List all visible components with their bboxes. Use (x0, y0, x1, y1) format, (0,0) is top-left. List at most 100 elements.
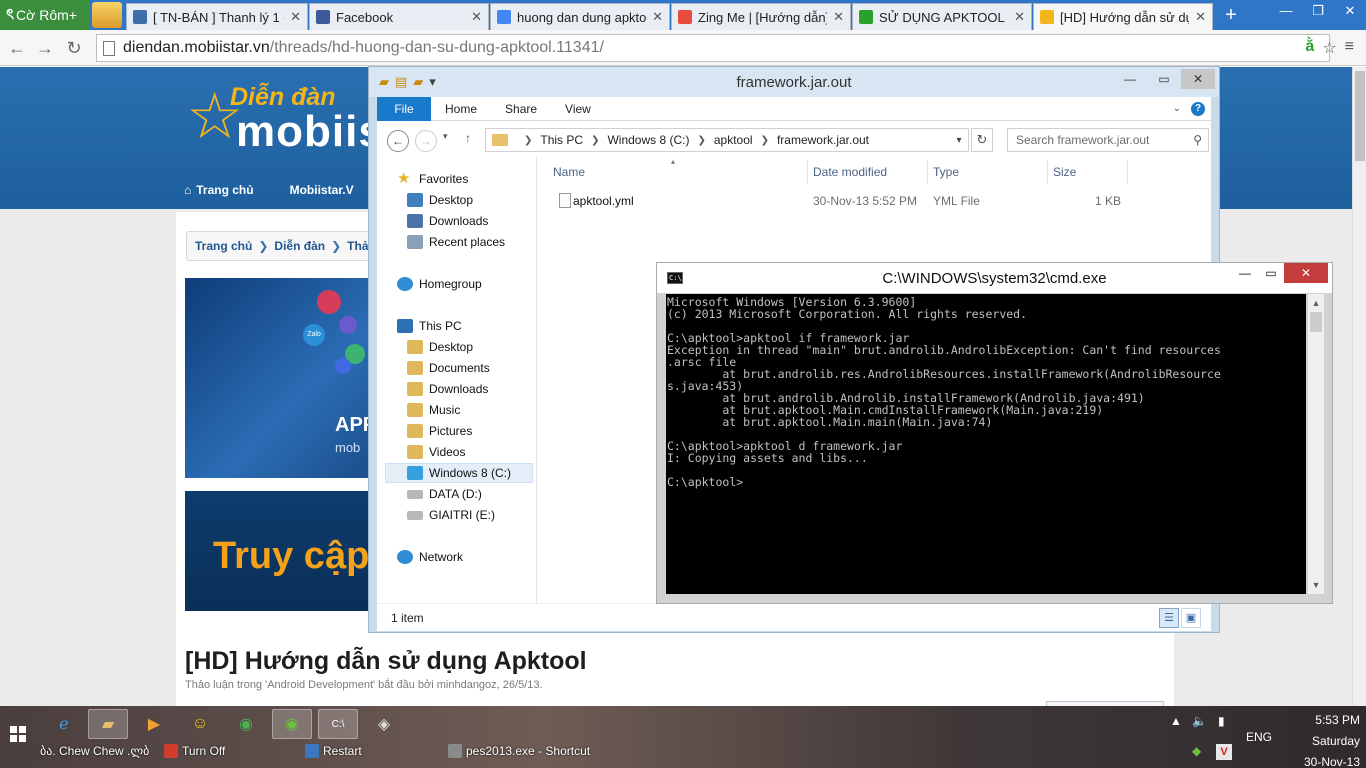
start-windows-icon[interactable] (10, 726, 26, 742)
recent-dropdown-icon[interactable]: ▾ (443, 131, 448, 142)
tab-close-icon[interactable]: ✕ (1014, 9, 1025, 25)
browser-tab-active[interactable]: [HD] Hướng dẫn sử dụn ✕ (1033, 3, 1213, 30)
maximize-button[interactable]: ▭ (1258, 263, 1284, 283)
forward-arrow-icon[interactable]: → (415, 130, 437, 152)
ribbon-tab-view[interactable]: View (551, 102, 605, 116)
show-hidden-icons[interactable]: ▲ (1170, 714, 1182, 728)
expand-ribbon-icon[interactable]: ⌄ (1173, 103, 1181, 114)
messenger-icon[interactable]: ☺ (180, 709, 220, 739)
desktop-shortcut-turn-off[interactable]: Turn Off (164, 744, 225, 758)
minimize-button[interactable]: — (1270, 0, 1302, 22)
nav-pc-documents[interactable]: Documents (407, 358, 490, 378)
nav-pc-videos[interactable]: Videos (407, 442, 465, 462)
forward-arrow-icon[interactable]: → (34, 37, 56, 59)
installer-icon[interactable]: ◈ (364, 709, 404, 739)
large-icons-view-icon[interactable]: ▣ (1181, 608, 1201, 628)
browser-tab-4[interactable]: Zing Me | [Hướng dẫn] N ✕ (671, 3, 851, 30)
explorer-search-input[interactable]: Search framework.jar.out ⚲ (1007, 128, 1209, 152)
ribbon-file-tab[interactable]: File (377, 96, 431, 121)
coc-coc-browser-icon[interactable]: ◉ (272, 709, 312, 739)
app-store-banner[interactable]: Zalo APP mob (185, 278, 375, 478)
column-header-name[interactable]: Name (553, 165, 585, 179)
access-banner[interactable]: Truy cập (185, 491, 375, 611)
nav-pc-drive-e[interactable]: GIAITRI (E:) (407, 505, 495, 525)
scrollbar-thumb[interactable] (1310, 312, 1322, 332)
file-explorer-icon[interactable]: ▰ (88, 709, 128, 739)
download-manager-icon[interactable]: ◆ (1192, 744, 1201, 758)
nav-pc-pictures[interactable]: Pictures (407, 421, 472, 441)
breadcrumb-forum[interactable]: Diễn đàn (274, 239, 325, 253)
tab-close-icon[interactable]: ✕ (1195, 9, 1206, 25)
tab-close-icon[interactable]: ✕ (652, 9, 663, 25)
nav-fav-recent[interactable]: Recent places (407, 232, 505, 252)
refresh-icon[interactable]: ↻ (971, 128, 993, 152)
nav-this-pc[interactable]: This PC (397, 316, 462, 336)
internet-explorer-icon[interactable]: ℯ (44, 709, 84, 739)
reload-icon[interactable]: ↻ (63, 37, 85, 59)
network-status-icon[interactable]: ▮ (1218, 714, 1225, 728)
nav-pc-drive-c[interactable]: Windows 8 (C:) (385, 463, 533, 483)
maximize-button[interactable]: ❐ (1302, 0, 1334, 22)
browser-tab-3[interactable]: huong dan dung apktoo ✕ (490, 3, 670, 30)
breadcrumb-home[interactable]: Trang chủ (195, 239, 252, 253)
new-tab-button[interactable]: + (1220, 4, 1242, 26)
details-view-icon[interactable]: ☰ (1159, 608, 1179, 628)
nav-favorites[interactable]: ★ Favorites (397, 169, 468, 189)
browser-green-icon[interactable]: ◉ (226, 709, 266, 739)
extension-icon[interactable]: ằ (1305, 38, 1314, 58)
column-header-size[interactable]: Size (1053, 165, 1076, 179)
help-icon[interactable]: ? (1191, 101, 1205, 116)
back-arrow-icon[interactable]: ← (6, 37, 28, 59)
scroll-down-icon[interactable]: ▼ (1308, 580, 1324, 590)
tab-close-icon[interactable]: ✕ (471, 9, 482, 25)
desktop-shortcut-chew[interactable]: ბა. Chew Chew .ლბ (40, 744, 149, 758)
antivirus-icon[interactable]: V (1216, 744, 1232, 760)
nav-fav-downloads[interactable]: Downloads (407, 211, 488, 231)
nav-mobiistar[interactable]: Mobiistar.V (290, 183, 354, 197)
scrollbar-thumb[interactable] (1355, 71, 1365, 161)
column-divider[interactable] (1127, 161, 1128, 183)
column-header-type[interactable]: Type (933, 165, 959, 179)
column-header-date[interactable]: Date modified (813, 165, 887, 179)
back-arrow-icon[interactable]: ← (387, 130, 409, 152)
file-row[interactable]: apktool.yml 30-Nov-13 5:52 PM YML File 1… (547, 191, 1147, 211)
nav-pc-music[interactable]: Music (407, 400, 460, 420)
tab-close-icon[interactable]: ✕ (290, 9, 301, 25)
menu-icon[interactable]: ≡ (1345, 38, 1354, 58)
app-tab[interactable]: ৎ Cờ Rôm+ (0, 0, 90, 30)
nav-homegroup[interactable]: Homegroup (397, 274, 482, 294)
nav-home[interactable]: ⌂ Trang chủ (184, 183, 254, 197)
console-output[interactable]: Microsoft Windows [Version 6.3.9600] (c)… (666, 294, 1306, 594)
explorer-path-bar[interactable]: ❯ This PC ❯ Windows 8 (C:) ❯ apktool ❯ f… (485, 128, 969, 152)
nav-network[interactable]: Network (397, 547, 463, 567)
path-current[interactable]: framework.jar.out (777, 133, 869, 147)
nav-fav-desktop[interactable]: Desktop (407, 190, 473, 210)
nav-pc-desktop[interactable]: Desktop (407, 337, 473, 357)
path-apktool[interactable]: apktool (714, 133, 753, 147)
path-drive[interactable]: Windows 8 (C:) (607, 133, 689, 147)
address-bar[interactable]: diendan.mobiistar.vn /threads/hd-huong-d… (96, 34, 1330, 62)
maximize-button[interactable]: ▭ (1147, 69, 1181, 89)
nav-pc-downloads[interactable]: Downloads (407, 379, 488, 399)
close-button[interactable]: ✕ (1334, 0, 1366, 22)
cmd-taskbar-icon[interactable]: C:\ (318, 709, 358, 739)
nav-pc-drive-d[interactable]: DATA (D:) (407, 484, 482, 504)
up-arrow-icon[interactable]: ↑ (465, 131, 471, 145)
column-divider[interactable] (927, 161, 928, 183)
path-this-pc[interactable]: This PC (540, 133, 583, 147)
volume-icon[interactable]: 🔈 (1192, 714, 1207, 728)
cmd-scrollbar[interactable]: ▲ ▼ (1308, 294, 1324, 594)
avatar-tab-icon[interactable] (92, 2, 122, 28)
column-divider[interactable] (1047, 161, 1048, 183)
chevron-down-icon[interactable]: ▾ (950, 135, 968, 146)
column-divider[interactable] (807, 161, 808, 183)
close-button[interactable]: ✕ (1284, 263, 1328, 283)
minimize-button[interactable]: — (1232, 263, 1258, 283)
scroll-up-icon[interactable]: ▲ (1308, 298, 1324, 308)
browser-tab-5[interactable]: SỬ DỤNG APKTOOL ĐỂ ✕ (852, 3, 1032, 30)
close-button[interactable]: ✕ (1181, 69, 1215, 89)
language-indicator[interactable]: ENG (1246, 730, 1272, 744)
media-player-icon[interactable]: ▶ (134, 709, 174, 739)
minimize-button[interactable]: — (1113, 69, 1147, 89)
browser-tab-2[interactable]: Facebook ✕ (309, 3, 489, 30)
